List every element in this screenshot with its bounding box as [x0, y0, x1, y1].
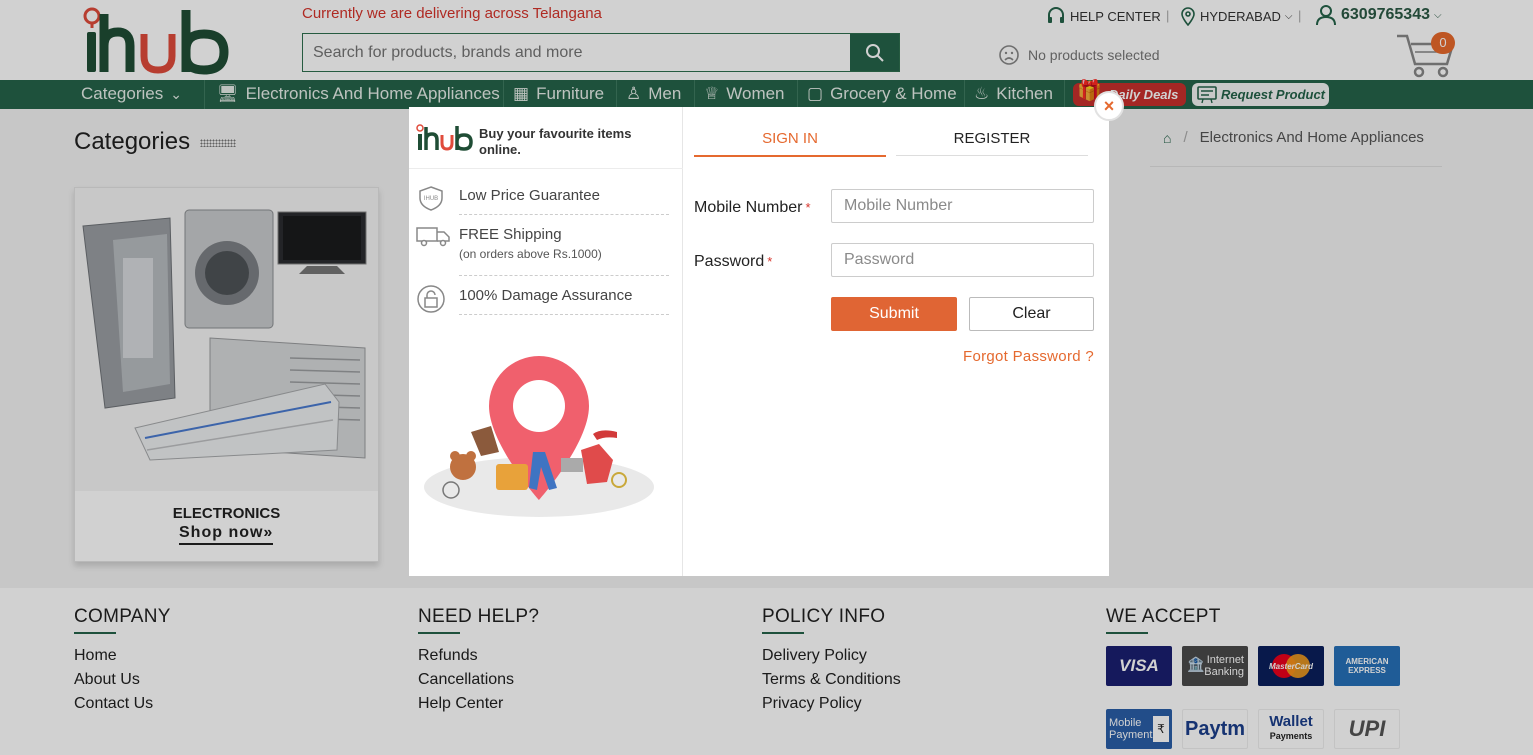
feature-title: FREE Shipping [459, 226, 562, 243]
feature-low-price: Low Price Guarantee [459, 187, 669, 215]
mobile-number-label-text: Mobile Number [694, 199, 803, 216]
modal-form-panel: SIGN IN REGISTER Mobile Number* Password… [683, 107, 1109, 576]
shield-icon: IHUB [419, 186, 443, 211]
ihub-logo [416, 124, 473, 151]
required-mark: * [805, 200, 811, 215]
shopping-location-illustration [424, 356, 654, 517]
submit-button[interactable]: Submit [831, 297, 957, 331]
feature-title: 100% Damage Assurance [459, 287, 633, 304]
required-mark: * [767, 254, 773, 269]
svg-text:IHUB: IHUB [424, 196, 438, 202]
mobile-number-label: Mobile Number * [694, 199, 811, 217]
login-modal: Buy your favourite items online. IHUB Lo… [409, 107, 1109, 576]
tab-sign-in[interactable]: SIGN IN [694, 130, 886, 157]
forgot-password-link[interactable]: Forgot Password ? [963, 348, 1094, 365]
truck-icon [416, 227, 450, 247]
feature-free-shipping: FREE Shipping (on orders above Rs.1000) [459, 226, 669, 276]
modal-tagline: Buy your favourite items online. [479, 126, 632, 157]
modal-promo-panel: Buy your favourite items online. IHUB Lo… [409, 107, 683, 576]
close-icon[interactable]: × [1094, 91, 1124, 121]
password-label: Password * [694, 253, 772, 271]
feature-damage-assurance: 100% Damage Assurance [459, 287, 669, 315]
tab-register[interactable]: REGISTER [896, 130, 1088, 156]
feature-title: Low Price Guarantee [459, 187, 600, 204]
clear-button[interactable]: Clear [969, 297, 1094, 331]
feature-subtitle: (on orders above Rs.1000) [459, 247, 602, 261]
password-input[interactable] [831, 243, 1094, 277]
lock-icon [417, 285, 445, 313]
modal-divider [409, 168, 683, 169]
password-label-text: Password [694, 253, 765, 270]
mobile-number-input[interactable] [831, 189, 1094, 223]
